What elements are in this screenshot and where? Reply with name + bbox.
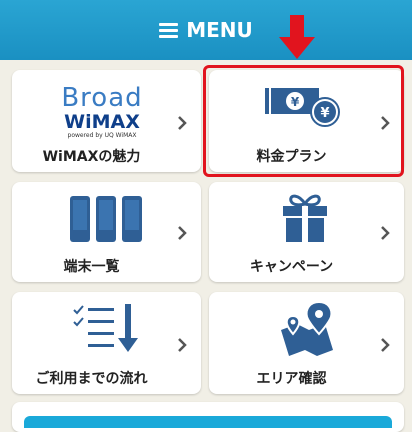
highlight-frame bbox=[203, 65, 404, 177]
usage-flow-card[interactable]: ご利用までの流れ bbox=[12, 292, 201, 394]
broad-wimax-logo: Broad WiMAX powered by UQ WiMAX bbox=[61, 83, 143, 139]
campaign-card[interactable]: キャンペーン bbox=[209, 182, 404, 282]
chevron-right-icon bbox=[178, 116, 187, 130]
hamburger-icon bbox=[159, 20, 179, 41]
menu-title: MENU bbox=[186, 18, 253, 42]
device-list-card[interactable]: 端末一覧 bbox=[12, 182, 201, 282]
usage-flow-label: ご利用までの流れ bbox=[35, 371, 148, 387]
next-section-card[interactable] bbox=[12, 402, 404, 432]
campaign-label: キャンペーン bbox=[249, 259, 334, 275]
chevron-right-icon bbox=[381, 226, 390, 240]
map-pin-icon bbox=[281, 300, 333, 356]
chevron-right-icon bbox=[381, 338, 390, 352]
wimax-appeal-label: WiMAXの魅力 bbox=[42, 149, 141, 165]
area-check-card[interactable]: エリア確認 bbox=[209, 292, 404, 394]
chevron-right-icon bbox=[178, 226, 187, 240]
wimax-appeal-card[interactable]: Broad WiMAX powered by UQ WiMAX WiMAXの魅力 bbox=[12, 70, 201, 172]
device-list-label: 端末一覧 bbox=[63, 259, 120, 275]
gift-icon bbox=[283, 194, 327, 242]
down-arrow-icon bbox=[279, 15, 315, 59]
checklist-arrow-icon bbox=[73, 304, 138, 352]
menu-header[interactable]: MENU bbox=[0, 0, 412, 60]
next-section-bar bbox=[24, 416, 392, 428]
chevron-right-icon bbox=[178, 338, 187, 352]
router-devices-icon bbox=[70, 196, 142, 242]
area-check-label: エリア確認 bbox=[256, 371, 327, 387]
